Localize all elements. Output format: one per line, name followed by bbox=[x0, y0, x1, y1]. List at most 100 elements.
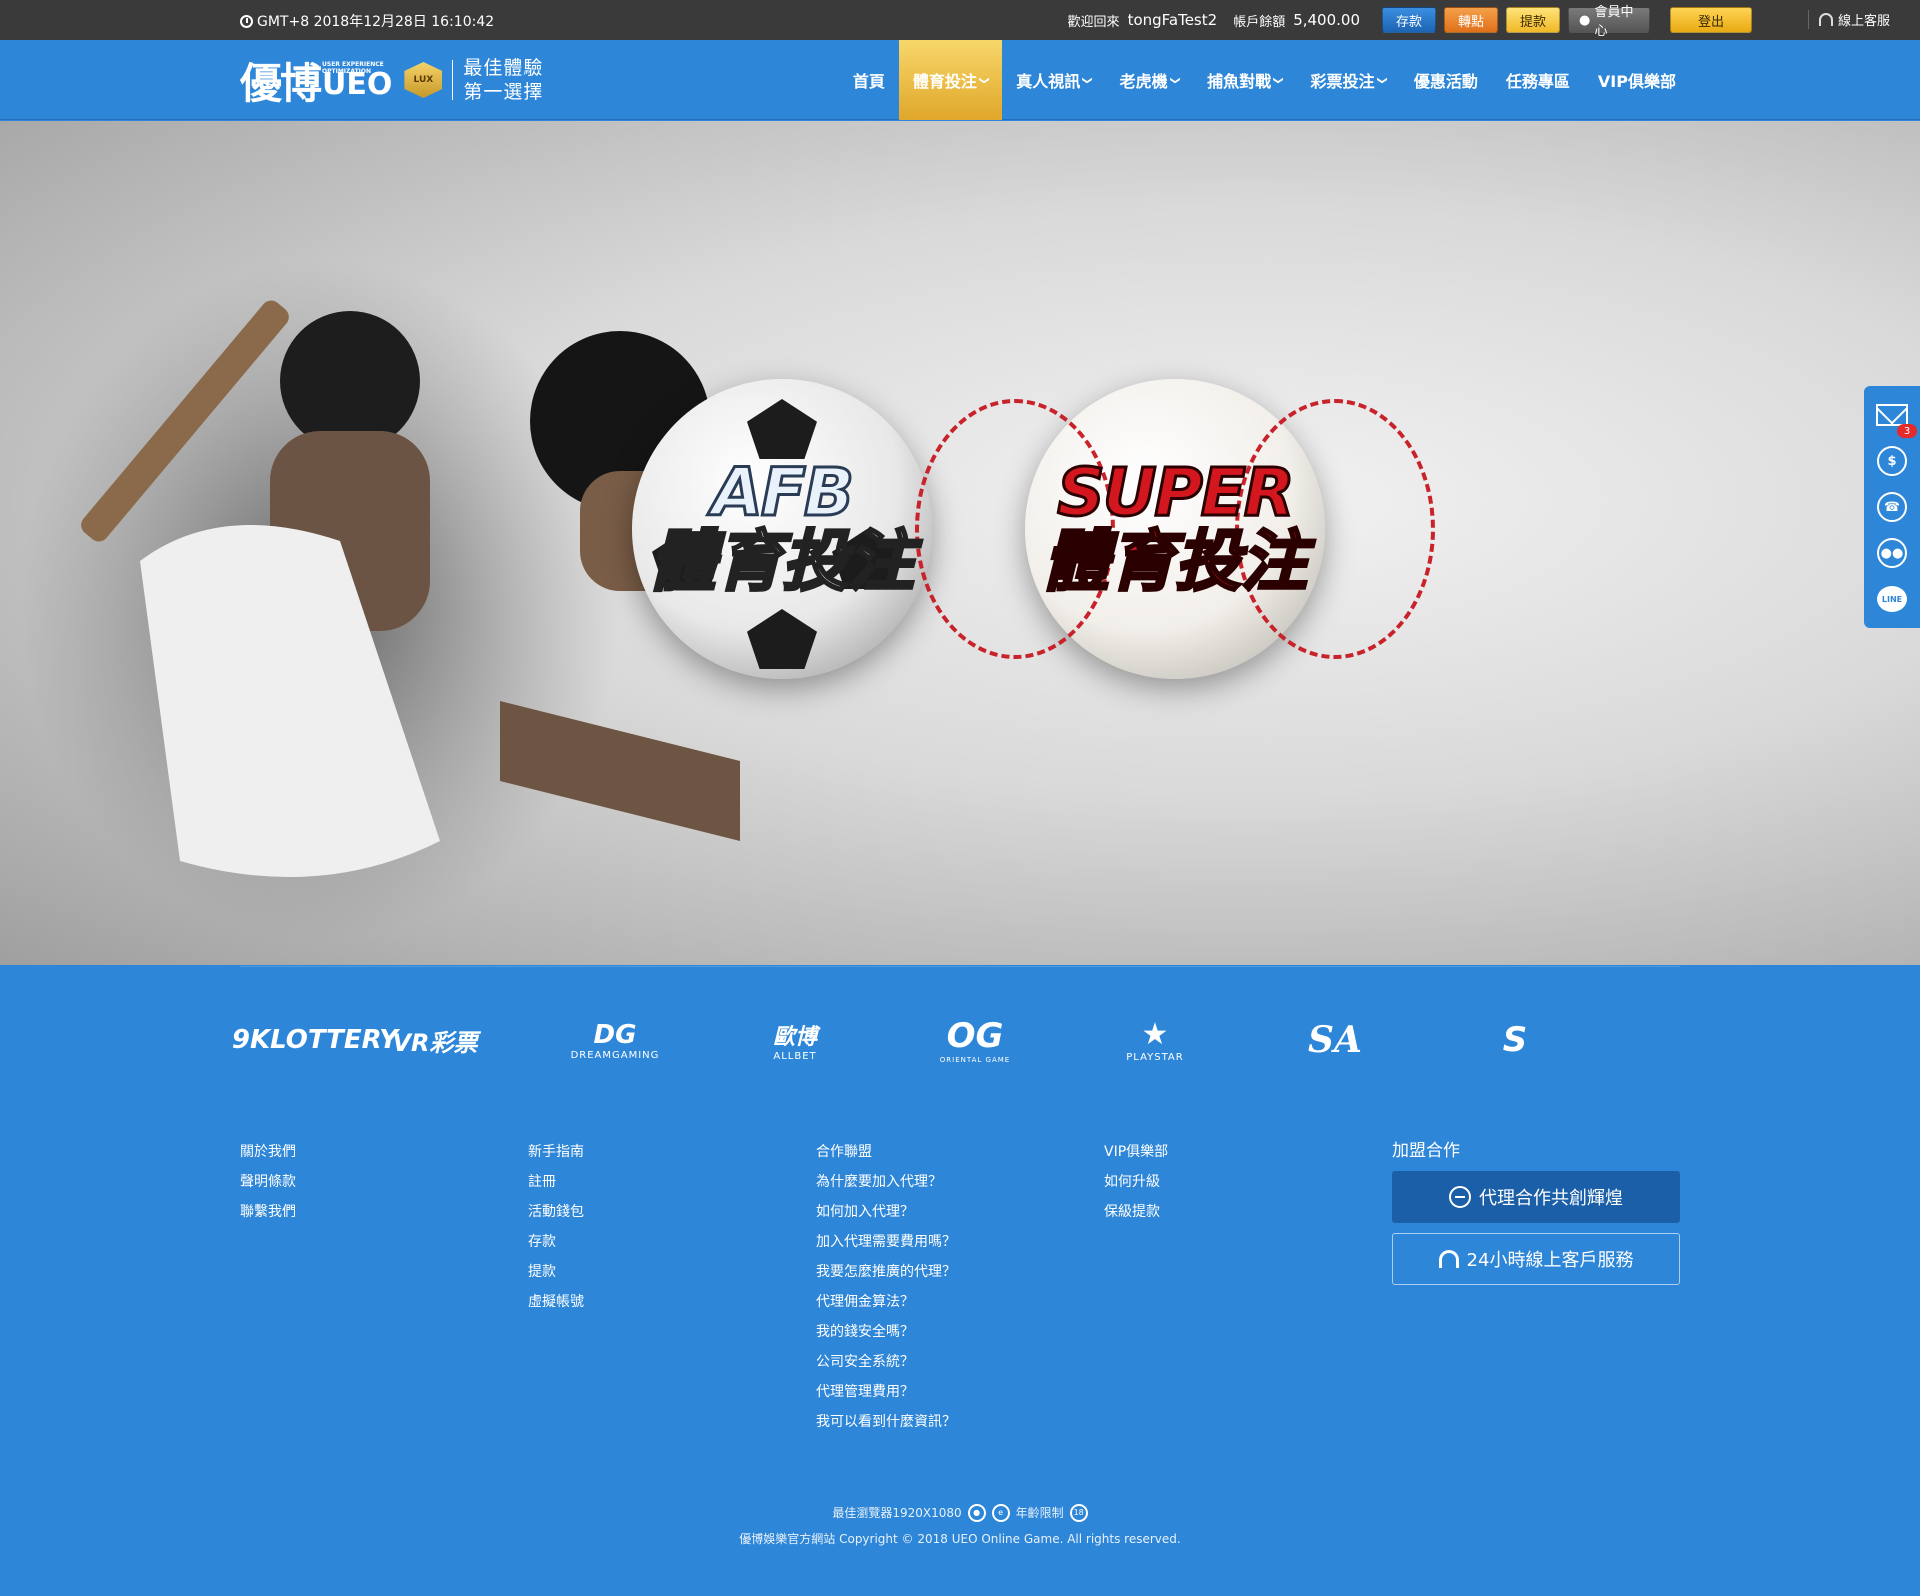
footer-link[interactable]: 加入代理需要費用嗎？ bbox=[816, 1232, 956, 1262]
footer-link[interactable]: 我的錢安全嗎？ bbox=[816, 1322, 956, 1352]
provider-super[interactable]: S bbox=[1440, 1005, 1590, 1075]
mail-icon bbox=[1876, 404, 1908, 426]
footer-link[interactable]: 合作聯盟 bbox=[816, 1142, 956, 1172]
username: tongFaTest2 bbox=[1127, 11, 1218, 29]
provider-dreamgaming[interactable]: DG DREAMGAMING bbox=[540, 1005, 690, 1075]
wechat-button[interactable]: ●● bbox=[1875, 536, 1909, 570]
chevron-down-icon: ❯ bbox=[1376, 75, 1388, 85]
age-text: 年齡限制 bbox=[1015, 1506, 1064, 1520]
afb-subtitle: 體育投注 bbox=[649, 523, 916, 600]
footer-link[interactable]: 活動錢包 bbox=[528, 1202, 584, 1232]
nav-lottery[interactable]: 彩票投注 ❯ bbox=[1296, 40, 1399, 120]
footer-link[interactable]: 公司安全系統？ bbox=[816, 1352, 956, 1382]
chevron-down-icon: ❯ bbox=[1081, 75, 1093, 85]
nav-home[interactable]: 首頁 bbox=[839, 40, 899, 120]
browser-info: 最佳瀏覽器1920X1080 ● e 年齡限制 18 bbox=[0, 1500, 1920, 1526]
withdraw-button[interactable]: 提款 bbox=[1506, 7, 1560, 33]
nav-sports[interactable]: 體育投注 ❯ bbox=[898, 40, 1003, 120]
footer-link[interactable]: 我要怎麼推廣的代理？ bbox=[816, 1262, 956, 1292]
provider-name: 歐博 bbox=[772, 1024, 817, 1050]
nav-slots[interactable]: 老虎機 ❯ bbox=[1106, 40, 1193, 120]
super-sports-ball[interactable]: SUPER 體育投注 bbox=[915, 379, 1435, 679]
footer-link[interactable]: 註冊 bbox=[528, 1172, 584, 1202]
chrome-icon: ● bbox=[967, 1504, 986, 1522]
super-title: SUPER bbox=[1056, 454, 1296, 531]
footer-link[interactable]: 如何加入代理？ bbox=[816, 1202, 956, 1232]
provider-playstar[interactable]: ★ PLAYSTAR bbox=[1080, 1005, 1230, 1075]
wallet-button[interactable]: $ bbox=[1875, 444, 1909, 478]
footer-link[interactable]: 如何升級 bbox=[1104, 1172, 1168, 1202]
transfer-button[interactable]: 轉點 bbox=[1444, 7, 1498, 33]
footer-link[interactable]: 代理管理費用？ bbox=[816, 1382, 956, 1412]
footer-link[interactable]: 存款 bbox=[528, 1232, 584, 1262]
footer-link[interactable]: 新手指南 bbox=[528, 1142, 584, 1172]
logo-divider bbox=[452, 60, 454, 100]
provider-sub: PLAYSTAR bbox=[1126, 1052, 1184, 1063]
afb-sports-ball[interactable]: AFB 體育投注 bbox=[632, 379, 932, 679]
deposit-button[interactable]: 存款 bbox=[1382, 7, 1436, 33]
star-icon: ★ bbox=[1141, 1017, 1169, 1052]
headset-icon: ☎ bbox=[1877, 492, 1907, 522]
footer-link[interactable]: 保級提款 bbox=[1104, 1202, 1168, 1232]
nav-promotions[interactable]: 優惠活動 bbox=[1400, 40, 1492, 120]
browser-text: 最佳瀏覽器1920X1080 bbox=[832, 1506, 962, 1520]
account-bar: 歡迎回來 tongFaTest2 帳戶餘額 5,400.00 存款 轉點 提款 … bbox=[1067, 5, 1752, 39]
clock-text: GMT+8 2018年12月28日 16:10:42 bbox=[257, 14, 495, 30]
footer-link[interactable]: 虛擬帳號 bbox=[528, 1292, 584, 1322]
provider-vr[interactable]: VR彩票 bbox=[360, 1005, 510, 1075]
member-center-label: 會員中心 bbox=[1594, 5, 1634, 39]
provider-name: OG bbox=[946, 1016, 1004, 1056]
provider-sub: ORIENTAL GAME bbox=[939, 1056, 1011, 1064]
provider-sub: ALLBET bbox=[773, 1050, 817, 1062]
footer-link[interactable]: VIP俱樂部 bbox=[1104, 1142, 1168, 1172]
soccer-patch bbox=[747, 399, 817, 459]
customer-service-button[interactable]: 24小時線上客戶服務 bbox=[1392, 1233, 1680, 1285]
copyright-text: 優博娛樂官方網站 Copyright © 2018 UEO Online Gam… bbox=[739, 1532, 1181, 1546]
nav-label: 捕魚對戰 bbox=[1207, 72, 1272, 91]
footer-column-guide: 新手指南 註冊 活動錢包 存款 提款 虛擬帳號 bbox=[528, 1142, 584, 1322]
logout-button[interactable]: 登出 bbox=[1670, 7, 1752, 33]
member-center-button[interactable]: ● 會員中心 bbox=[1568, 5, 1650, 39]
server-clock: GMT+8 2018年12月28日 16:10:42 bbox=[240, 11, 494, 31]
support-button[interactable]: ☎ bbox=[1875, 490, 1909, 524]
nav-label: 優惠活動 bbox=[1413, 72, 1478, 91]
footer-link[interactable]: 為什麼要加入代理？ bbox=[816, 1172, 956, 1202]
provider-sub: DREAMGAMING bbox=[570, 1049, 660, 1061]
provider-name: VR彩票 bbox=[392, 1028, 478, 1057]
handshake-icon bbox=[1449, 1186, 1471, 1208]
line-button[interactable]: LINE bbox=[1875, 582, 1909, 616]
user-icon: ● bbox=[1579, 12, 1595, 28]
agent-cooperation-button[interactable]: 代理合作共創輝煌 bbox=[1392, 1171, 1680, 1223]
age-18-icon: 18 bbox=[1069, 1504, 1088, 1522]
provider-sa[interactable]: SA bbox=[1260, 1005, 1410, 1075]
provider-og[interactable]: OG ORIENTAL GAME bbox=[900, 1005, 1050, 1075]
join-title: 加盟合作 bbox=[1392, 1141, 1460, 1161]
mail-button[interactable]: 3 bbox=[1875, 398, 1917, 438]
chevron-down-icon: ❯ bbox=[1272, 75, 1284, 85]
footer-link[interactable]: 關於我們 bbox=[240, 1142, 296, 1172]
footer-link[interactable]: 代理佣金算法？ bbox=[816, 1292, 956, 1322]
sports-banner: AFB 體育投注 SUPER 體育投注 3 $ ☎ ●● LINE bbox=[0, 121, 1920, 965]
footer-link[interactable]: 聲明條款 bbox=[240, 1172, 296, 1202]
footer-link[interactable]: 聯繫我們 bbox=[240, 1202, 296, 1232]
welcome-text: 歡迎回來 bbox=[1067, 14, 1120, 30]
dollar-icon: $ bbox=[1877, 446, 1907, 476]
site-logo[interactable]: 優博 USER EXPERIENCE OPTIMIZATION UEO LUX … bbox=[240, 54, 544, 108]
floating-sidebar: 3 $ ☎ ●● LINE bbox=[1864, 386, 1920, 628]
logo-chinese: 優博 bbox=[240, 58, 322, 108]
footer-column-about: 關於我們 聲明條款 聯繫我們 bbox=[240, 1142, 296, 1232]
slogan-line2: 第一選擇 bbox=[463, 81, 544, 103]
nav-vip[interactable]: VIP俱樂部 bbox=[1584, 40, 1690, 120]
balance-value: 5,400.00 bbox=[1293, 11, 1360, 29]
baseball-players-image bbox=[20, 261, 740, 941]
nav-live-casino[interactable]: 真人視訊 ❯ bbox=[1002, 40, 1105, 120]
nav-label: 彩票投注 bbox=[1310, 72, 1375, 91]
footer-link[interactable]: 提款 bbox=[528, 1262, 584, 1292]
online-support-link[interactable]: 線上客服 bbox=[1807, 10, 1890, 29]
footer-link[interactable]: 我可以看到什麼資訊？ bbox=[816, 1412, 956, 1442]
copyright: 最佳瀏覽器1920X1080 ● e 年齡限制 18 優博娛樂官方網站 Copy… bbox=[0, 1500, 1920, 1552]
nav-missions[interactable]: 任務專區 bbox=[1492, 40, 1584, 120]
nav-fishing[interactable]: 捕魚對戰 ❯ bbox=[1193, 40, 1296, 120]
clock-icon bbox=[240, 14, 253, 28]
provider-allbet[interactable]: 歐博 ALLBET bbox=[720, 1005, 870, 1075]
